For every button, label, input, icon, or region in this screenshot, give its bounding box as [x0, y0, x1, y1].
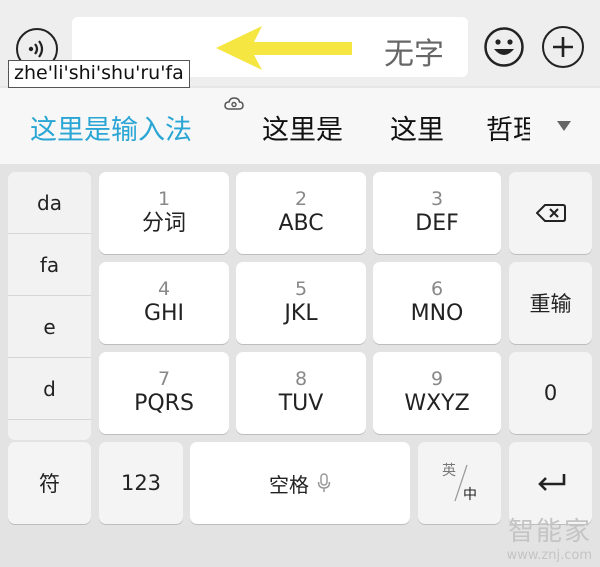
numbers-label: 123	[120, 471, 162, 495]
key-number: 9	[430, 368, 444, 390]
lang-chinese-label: 中	[463, 487, 477, 503]
key-7-pqrs[interactable]: 7 PQRS	[99, 352, 229, 434]
reinput-button[interactable]: 重输	[509, 262, 592, 344]
pinyin-syllable-list[interactable]: da fa e d	[8, 172, 91, 440]
field-placeholder: 无字	[384, 37, 444, 72]
syllable-item[interactable]: e	[8, 296, 91, 358]
key-label: GHI	[143, 301, 185, 326]
key-number: 6	[430, 278, 444, 300]
key-9-wxyz[interactable]: 9 WXYZ	[373, 352, 501, 434]
enter-icon	[537, 474, 565, 491]
reinput-label: 重输	[529, 292, 572, 316]
input-bar: 无字 zhe'li'shi'shu'ru'fa	[0, 0, 600, 88]
symbol-label: 符	[39, 472, 60, 496]
language-switch-button[interactable]: 英 中	[418, 442, 501, 524]
key-number: 4	[157, 278, 171, 300]
numbers-button[interactable]: 123	[99, 442, 183, 524]
key-label: PQRS	[134, 391, 194, 416]
microphone-icon	[317, 473, 331, 492]
backspace-button[interactable]	[509, 172, 592, 254]
key-5-jkl[interactable]: 5 JKL	[236, 262, 366, 344]
key-label: JKL	[284, 301, 318, 326]
syllable-item[interactable]: d	[8, 358, 91, 420]
key-label: ABC	[278, 211, 324, 236]
keyboard: da fa e d 1 分词 2 ABC 3 DEF 4 GHI 5 JKL 6…	[0, 164, 600, 567]
key-4-ghi[interactable]: 4 GHI	[99, 262, 229, 344]
key-1-fenci[interactable]: 1 分词	[99, 172, 229, 254]
key-label: TUV	[278, 391, 324, 416]
key-number: 3	[430, 188, 444, 210]
key-label: WXYZ	[404, 391, 470, 416]
candidate-4[interactable]: 哲理	[486, 108, 530, 146]
key-0[interactable]: 0	[509, 352, 592, 434]
expand-candidates-icon[interactable]	[556, 120, 572, 132]
watermark-url: www.znj.com	[506, 548, 592, 563]
key-label: DEF	[415, 211, 459, 236]
key-3-def[interactable]: 3 DEF	[373, 172, 501, 254]
candidate-bar: 这里是输入法 这里是 这里 哲理	[0, 88, 600, 164]
yellow-arrow-icon	[216, 26, 352, 70]
syllable-item[interactable]: da	[8, 172, 91, 234]
space-button[interactable]: 空格	[190, 442, 410, 524]
key-6-mno[interactable]: 6 MNO	[373, 262, 501, 344]
symbol-button[interactable]: 符	[8, 442, 91, 524]
backspace-icon	[535, 204, 566, 222]
cloud-icon	[224, 97, 244, 110]
key-number: 5	[294, 278, 308, 300]
syllable-item[interactable]: fa	[8, 234, 91, 296]
key-8-tuv[interactable]: 8 TUV	[236, 352, 366, 434]
plus-icon	[553, 37, 573, 57]
key-number: 2	[294, 188, 308, 210]
key-2-abc[interactable]: 2 ABC	[236, 172, 366, 254]
watermark-name: 智能家	[507, 517, 592, 547]
key-number: 1	[157, 188, 171, 210]
emoji-button[interactable]	[483, 26, 525, 68]
key-label: MNO	[410, 301, 464, 326]
watermark: 智能家 www.znj.com	[507, 511, 592, 563]
candidate-3[interactable]: 这里	[390, 108, 444, 147]
zero-label: 0	[543, 381, 558, 405]
candidate-2[interactable]: 这里是	[262, 108, 343, 147]
more-button[interactable]	[542, 26, 584, 68]
candidate-4-clip: 哲理	[486, 106, 530, 146]
voice-wave-icon	[28, 40, 44, 58]
composing-pinyin: zhe'li'shi'shu'ru'fa	[8, 60, 190, 88]
key-label: 分词	[141, 211, 186, 236]
space-label: 空格	[269, 472, 309, 497]
candidate-1[interactable]: 这里是输入法	[30, 108, 192, 147]
key-number: 7	[157, 368, 171, 390]
key-number: 8	[294, 368, 308, 390]
